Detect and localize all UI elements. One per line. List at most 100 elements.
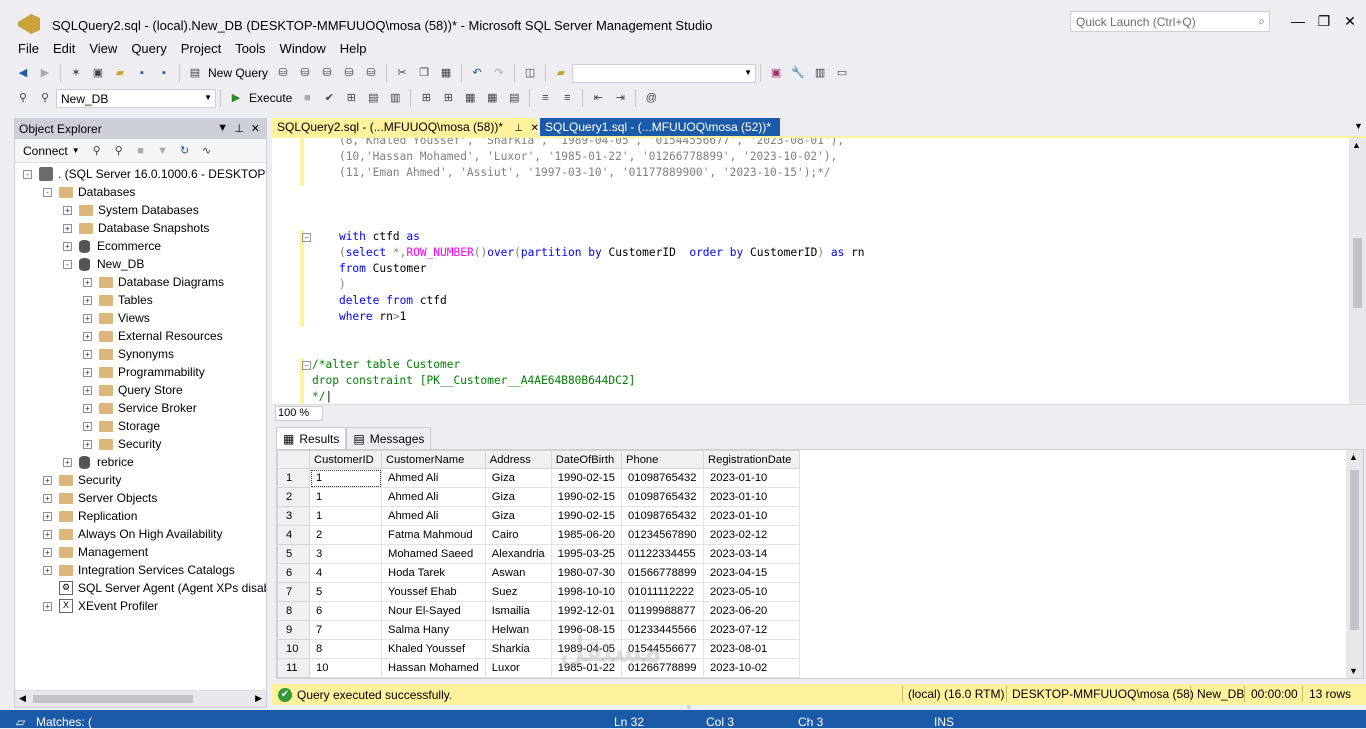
command-window-icon[interactable]: ▭ [834,65,850,81]
table-cell[interactable]: Hassan Mohamed [381,658,486,678]
expand-icon[interactable]: + [63,457,72,467]
tree-node[interactable]: + Tables [83,291,153,309]
expand-icon[interactable]: + [43,565,52,575]
table-row[interactable]: 7 5 Youssef Ehab Suez 1998-10-10 01011112222 2… [277,582,801,602]
table-cell[interactable]: Ismailia [484,601,552,621]
table-cell[interactable]: Cairo [484,525,552,545]
table-cell[interactable]: 2023-03-14 [703,544,801,564]
table-cell[interactable]: Hoda Tarek [381,563,486,583]
table-cell[interactable]: 10 [309,658,382,678]
tree-node[interactable]: + X XEvent Profiler [43,597,158,615]
collapse-icon[interactable]: − [302,361,311,370]
table-cell[interactable]: 01199988877 [621,601,705,621]
activity-monitor-icon[interactable]: ◫ [522,65,538,81]
table-cell[interactable]: 3 [309,544,382,564]
new-query-button[interactable]: New Query [208,66,268,80]
expand-icon[interactable]: + [43,493,52,503]
dmx-query-icon[interactable]: ⛁ [319,65,335,81]
tree-node[interactable]: + Database Snapshots [63,219,209,237]
expand-icon[interactable]: + [83,349,92,359]
include-actual-plan-icon[interactable]: ⊞ [418,90,434,106]
close-icon[interactable]: ✕ [251,122,260,135]
toolbox-icon[interactable]: ▥ [812,65,828,81]
row-number[interactable]: 4 [277,525,310,545]
row-number[interactable]: 1 [277,468,310,488]
expand-icon[interactable]: + [63,241,72,251]
comment-icon[interactable]: ≡ [537,90,553,106]
client-statistics-icon[interactable]: ▦ [462,90,478,106]
table-row[interactable]: 10 8 Khaled Youssef Sharkia 1989-04-05 015445… [277,639,801,659]
pin-icon[interactable]: ⊥ [234,122,244,135]
tree-node[interactable]: - . (SQL Server 16.0.1000.6 - DESKTOP-MI [23,165,266,183]
available-databases-select[interactable]: New_DB ▼ [56,88,216,108]
column-header[interactable]: Address [484,450,552,469]
connect-button[interactable]: Connect [23,144,68,158]
cancel-query-icon[interactable]: ■ [299,90,315,106]
quick-launch-input[interactable]: Quick Launch (Ctrl+Q) ⌕ [1070,11,1270,32]
row-number[interactable]: 9 [277,620,310,640]
pin-icon[interactable]: ⊥ [514,123,523,134]
expand-icon[interactable]: + [43,529,52,539]
tab-sqlquery2[interactable]: SQLQuery2.sql - (...MFUUOQ\mosa (58))* ⊥… [272,118,539,137]
table-cell[interactable]: 2 [309,525,382,545]
forward-icon[interactable]: ▶ [37,65,53,81]
undo-icon[interactable]: ↶ [469,65,485,81]
cut-icon[interactable]: ✂ [394,65,410,81]
scroll-up-icon[interactable]: ▲ [1352,140,1361,150]
table-cell[interactable]: Youssef Ehab [381,582,486,602]
new-project-icon[interactable]: ✶ [68,65,84,81]
table-cell[interactable]: 2023-01-10 [703,487,801,507]
expand-icon[interactable]: + [83,331,92,341]
table-cell[interactable]: 1985-06-20 [550,525,623,545]
display-estimated-plan-icon[interactable]: ⊞ [343,90,359,106]
tree-node[interactable]: + Storage [83,417,160,435]
table-cell[interactable]: 2023-06-20 [703,601,801,621]
table-cell[interactable]: Luxor [484,658,552,678]
table-cell[interactable]: 8 [309,639,382,659]
xmla-query-icon[interactable]: ⛁ [341,65,357,81]
maximize-button[interactable]: ❐ [1314,12,1334,30]
table-row[interactable]: 6 4 Hoda Tarek Aswan 1980-07-30 01566778899 20… [277,563,801,583]
tree-node[interactable]: + Database Diagrams [83,273,224,291]
connect-icon[interactable]: ⚲ [15,90,31,106]
paste-icon[interactable]: ▦ [438,65,454,81]
column-header[interactable]: CustomerID [309,450,382,469]
table-cell[interactable]: 2023-01-10 [703,468,801,488]
find-in-files-icon[interactable]: ▰ [553,65,569,81]
properties-icon[interactable]: 🔧 [790,65,806,81]
table-cell[interactable]: 1 [309,487,382,507]
table-cell[interactable]: 2023-10-02 [703,658,801,678]
table-cell[interactable]: 01098765432 [621,487,705,507]
tree-node[interactable]: + Management [43,543,148,561]
results-to-file-icon[interactable]: ▤ [506,90,522,106]
row-number[interactable]: 6 [277,563,310,583]
column-header[interactable]: RegistrationDate [703,450,801,469]
collapse-icon[interactable]: - [63,259,72,269]
row-number[interactable]: 2 [277,487,310,507]
specify-template-values-icon[interactable]: @ [643,90,659,106]
query-editor[interactable]: (8,'Khaled Youssef', 'Sharkia', '1989-04… [272,138,1366,404]
scrollbar-thumb[interactable] [33,695,193,703]
tab-list-chevron-icon[interactable]: ▼ [1354,121,1363,131]
expand-icon[interactable]: + [83,421,92,431]
table-cell[interactable]: Salma Hany [381,620,486,640]
disconnect-icon[interactable]: ⚲ [111,143,127,159]
table-cell[interactable]: 1995-03-25 [550,544,623,564]
tree-node[interactable]: ⚙ SQL Server Agent (Agent XPs disabl [43,579,266,597]
tree-node[interactable]: + Service Broker [83,399,197,417]
tree-node[interactable]: + Programmability [83,363,205,381]
chevron-down-icon[interactable]: ▼ [72,146,80,155]
row-number[interactable]: 7 [277,582,310,602]
editor-vertical-scrollbar[interactable]: ▲ [1349,138,1366,404]
collapse-icon[interactable]: − [302,233,311,242]
table-cell[interactable]: 2023-07-12 [703,620,801,640]
expand-icon[interactable]: + [83,403,92,413]
scroll-down-icon[interactable]: ▼ [1349,666,1358,676]
table-cell[interactable]: 1990-02-15 [550,487,623,507]
tree-node[interactable]: + Synonyms [83,345,174,363]
tree-node[interactable]: + Always On High Availability [43,525,223,543]
results-to-text-icon[interactable]: ▥ [387,90,403,106]
close-button[interactable]: ✕ [1340,12,1360,30]
menu-help[interactable]: Help [334,40,373,60]
table-row[interactable]: 2 1 Ahmed Ali Giza 1990-02-15 01098765432 2023… [277,487,801,507]
